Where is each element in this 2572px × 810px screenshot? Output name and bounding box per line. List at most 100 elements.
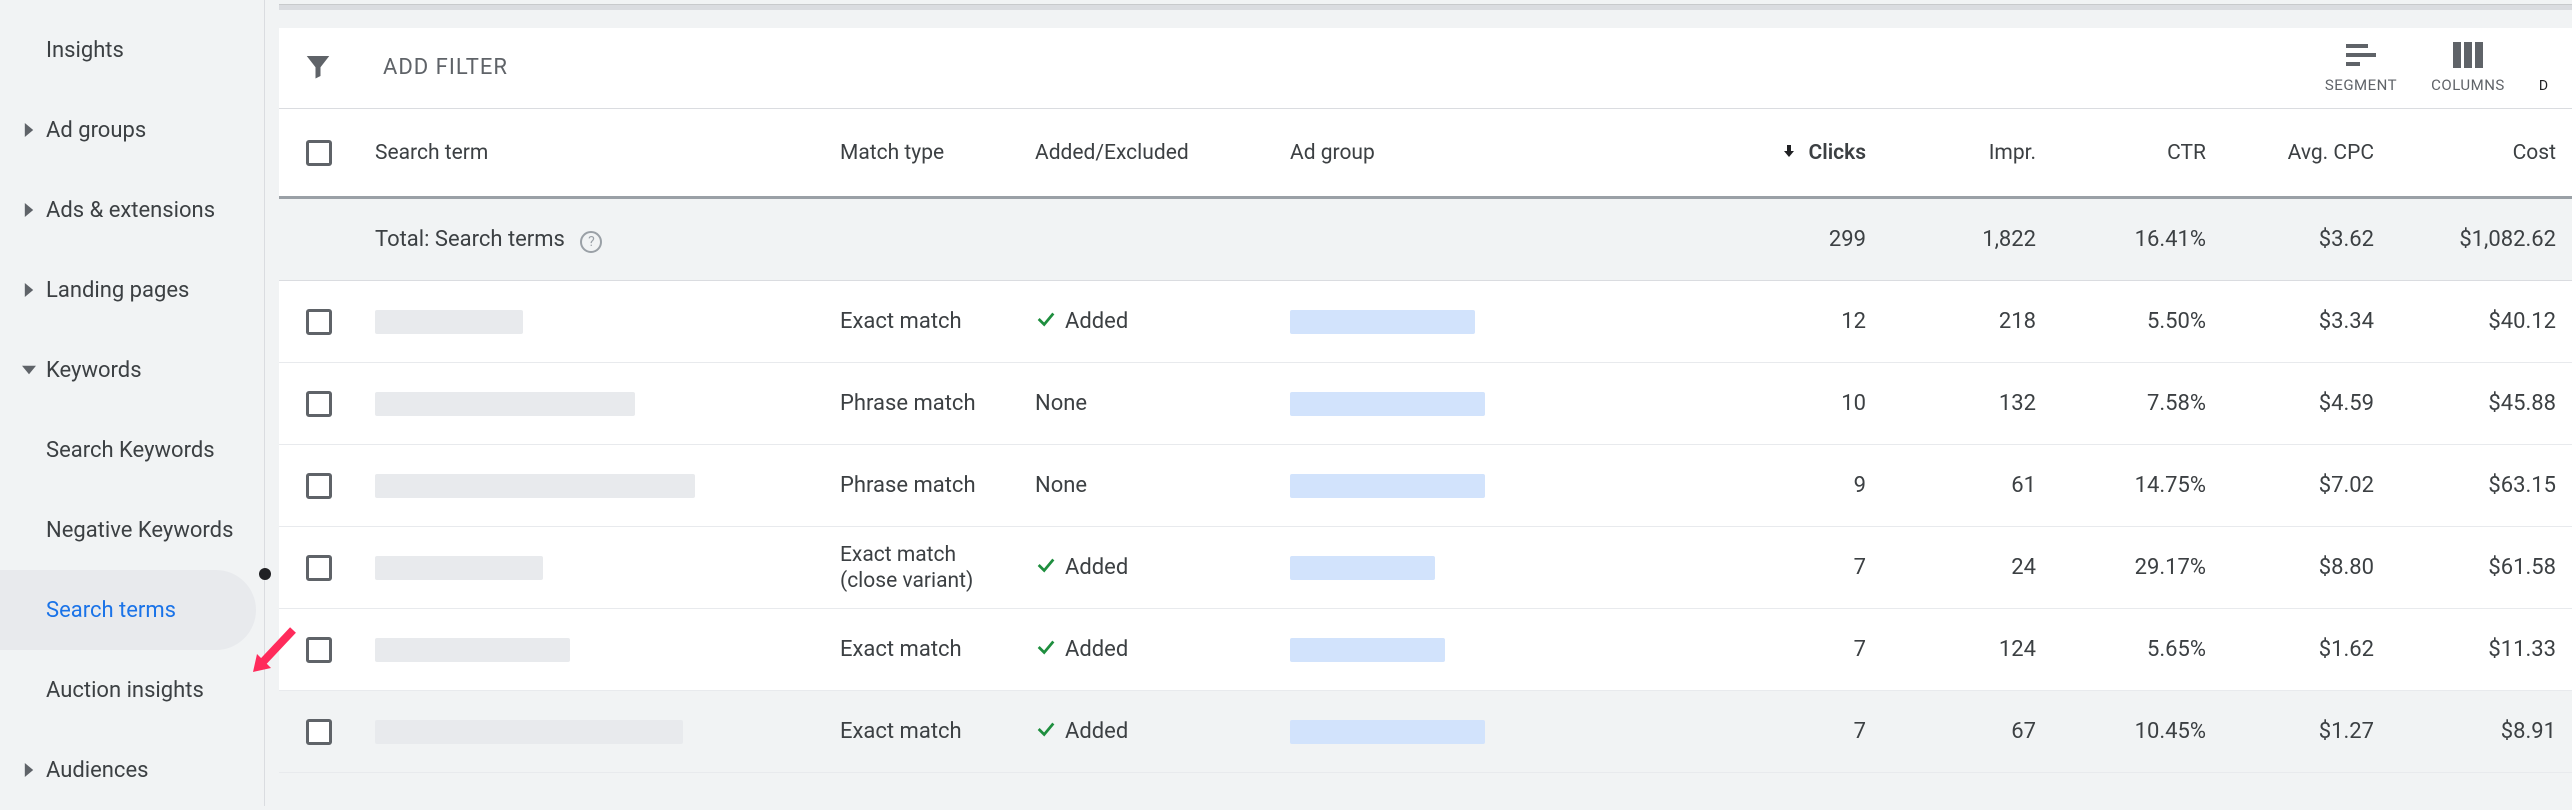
table-row: Exact matchAdded76710.45%$1.27$8.91 — [279, 691, 2572, 773]
added-excluded-cell: Added — [1019, 308, 1274, 336]
col-impr[interactable]: Impr. — [1882, 141, 2052, 165]
added-label: Added — [1065, 309, 1128, 334]
checkmark-icon — [1035, 554, 1057, 582]
clicks-cell: 7 — [1712, 637, 1882, 662]
segment-button[interactable]: SEGMENT — [2325, 42, 2397, 94]
table-row: Exact match (close variant)Added72429.17… — [279, 527, 2572, 609]
ctr-cell: 5.65% — [2052, 637, 2222, 662]
columns-label: COLUMNS — [2431, 76, 2505, 94]
columns-button[interactable]: COLUMNS — [2431, 42, 2505, 94]
impr-cell: 124 — [1882, 637, 2052, 662]
truncated-button-label[interactable]: D — [2539, 78, 2548, 94]
table-total-row: Total: Search terms ? 299 1,822 16.41% $… — [279, 199, 2572, 281]
help-icon[interactable]: ? — [580, 231, 602, 253]
cost-cell: $8.91 — [2390, 719, 2572, 744]
sidebar-item-ads-extensions[interactable]: Ads & extensions — [0, 170, 256, 250]
search-term-cell[interactable] — [359, 720, 824, 744]
filter-icon[interactable] — [303, 51, 333, 85]
clicks-cell: 12 — [1712, 309, 1882, 334]
sidebar-item-insights[interactable]: Insights — [0, 10, 256, 90]
select-all-checkbox[interactable] — [306, 140, 332, 166]
cost-cell: $11.33 — [2390, 637, 2572, 662]
sidebar-item-audiences[interactable]: Audiences — [0, 730, 256, 810]
added-excluded-cell: Added — [1019, 718, 1274, 746]
sidebar-item-label: Audiences — [46, 758, 148, 783]
sidebar-item-label: Search terms — [46, 598, 176, 623]
total-avg-cpc: $3.62 — [2222, 227, 2390, 252]
search-term-cell[interactable] — [359, 474, 824, 498]
col-ad-group[interactable]: Ad group — [1274, 141, 1712, 165]
row-checkbox[interactable] — [306, 637, 332, 663]
chevron-right-icon — [22, 118, 46, 143]
row-checkbox[interactable] — [306, 719, 332, 745]
sidebar-item-keywords[interactable]: Keywords — [0, 330, 256, 410]
added-excluded-cell: Added — [1019, 554, 1274, 582]
search-term-cell[interactable] — [359, 638, 824, 662]
cost-cell: $40.12 — [2390, 309, 2572, 334]
redacted-text — [375, 474, 695, 498]
total-label: Total: Search terms — [375, 227, 565, 252]
ad-group-cell[interactable] — [1274, 720, 1712, 744]
sort-descending-icon — [1781, 141, 1802, 165]
sidebar-item-label: Keywords — [46, 358, 142, 383]
sidebar-item-search-terms[interactable]: Search terms — [0, 570, 256, 650]
ad-group-cell[interactable] — [1274, 556, 1712, 580]
sidebar: Insights Ad groups Ads & extensions Land… — [0, 0, 265, 806]
segment-icon — [2346, 42, 2376, 72]
col-search-term[interactable]: Search term — [359, 141, 824, 165]
sidebar-item-label: Insights — [46, 38, 124, 63]
row-checkbox[interactable] — [306, 473, 332, 499]
col-avg-cpc[interactable]: Avg. CPC — [2222, 141, 2390, 165]
match-type-cell: Exact match — [824, 637, 1019, 662]
col-clicks[interactable]: Clicks — [1712, 141, 1882, 165]
table-header-row: Search term Match type Added/Excluded Ad… — [279, 109, 2572, 199]
col-ctr[interactable]: CTR — [2052, 141, 2222, 165]
chevron-right-icon — [22, 198, 46, 223]
col-cost[interactable]: Cost — [2390, 141, 2572, 165]
search-term-cell[interactable] — [359, 556, 824, 580]
impr-cell: 67 — [1882, 719, 2052, 744]
col-match-type[interactable]: Match type — [824, 141, 1019, 165]
col-added-excluded[interactable]: Added/Excluded — [1019, 141, 1274, 165]
col-clicks-label: Clicks — [1809, 141, 1866, 165]
sidebar-item-label: Search Keywords — [46, 438, 215, 463]
row-checkbox[interactable] — [306, 309, 332, 335]
sidebar-item-negative-keywords[interactable]: Negative Keywords — [0, 490, 256, 570]
segment-label: SEGMENT — [2325, 76, 2397, 94]
redacted-link — [1290, 638, 1445, 662]
redacted-link — [1290, 474, 1485, 498]
ctr-cell: 29.17% — [2052, 555, 2222, 580]
search-term-cell[interactable] — [359, 310, 824, 334]
avg_cpc-cell: $7.02 — [2222, 473, 2390, 498]
row-checkbox[interactable] — [306, 391, 332, 417]
row-checkbox[interactable] — [306, 555, 332, 581]
redacted-text — [375, 310, 523, 334]
total-ctr: 16.41% — [2052, 227, 2222, 252]
sidebar-item-search-keywords[interactable]: Search Keywords — [0, 410, 256, 490]
add-filter-button[interactable]: ADD FILTER — [383, 55, 508, 80]
sidebar-item-label: Landing pages — [46, 278, 189, 303]
added-excluded-cell: Added — [1019, 636, 1274, 664]
clicks-cell: 9 — [1712, 473, 1882, 498]
ad-group-cell[interactable] — [1274, 638, 1712, 662]
main-content: ADD FILTER SEGMENT — [265, 0, 2572, 806]
ad-group-cell[interactable] — [1274, 310, 1712, 334]
ad-group-cell[interactable] — [1274, 392, 1712, 416]
decorative-dot — [259, 568, 271, 580]
redacted-link — [1290, 310, 1475, 334]
avg_cpc-cell: $3.34 — [2222, 309, 2390, 334]
search-terms-table: Search term Match type Added/Excluded Ad… — [279, 108, 2572, 773]
sidebar-item-ad-groups[interactable]: Ad groups — [0, 90, 256, 170]
impr-cell: 61 — [1882, 473, 2052, 498]
avg_cpc-cell: $8.80 — [2222, 555, 2390, 580]
search-term-cell[interactable] — [359, 392, 824, 416]
sidebar-item-auction-insights[interactable]: Auction insights — [0, 650, 256, 730]
match-type-cell: Exact match (close variant) — [824, 542, 1019, 594]
table-row: Phrase matchNone101327.58%$4.59$45.88 — [279, 363, 2572, 445]
table-row: Phrase matchNone96114.75%$7.02$63.15 — [279, 445, 2572, 527]
sidebar-item-landing-pages[interactable]: Landing pages — [0, 250, 256, 330]
ctr-cell: 7.58% — [2052, 391, 2222, 416]
ad-group-cell[interactable] — [1274, 474, 1712, 498]
total-impr: 1,822 — [1882, 227, 2052, 252]
sidebar-item-label: Ad groups — [46, 118, 146, 143]
